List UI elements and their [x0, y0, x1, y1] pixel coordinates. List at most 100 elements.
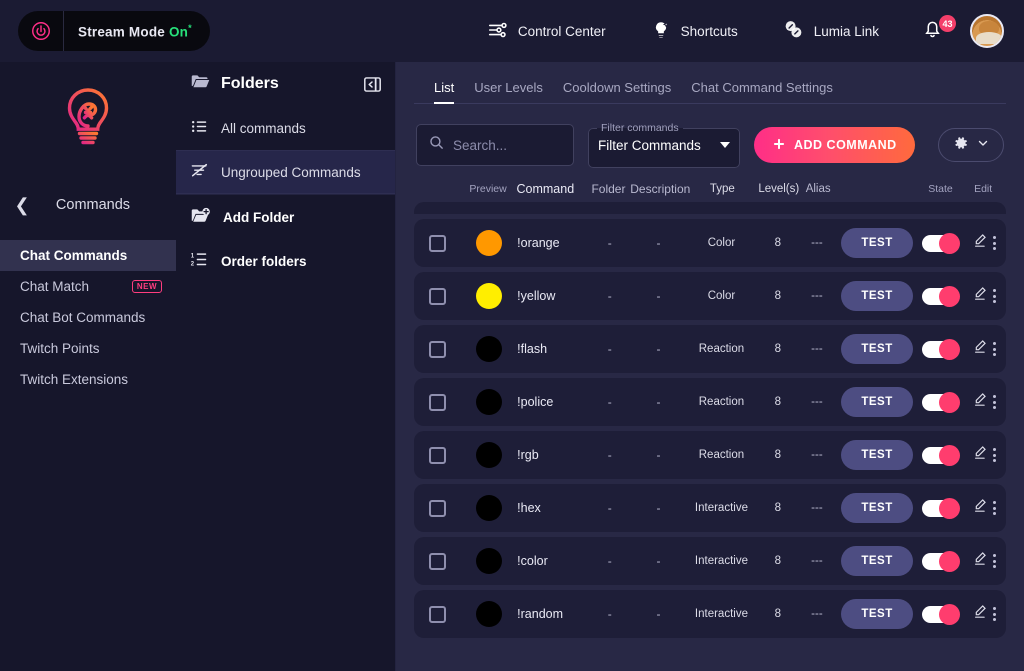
- row-checkbox[interactable]: [429, 447, 446, 464]
- sidebar-item-chat-match[interactable]: Chat Match NEW: [0, 271, 176, 302]
- tab-cooldown-settings[interactable]: Cooldown Settings: [563, 80, 671, 103]
- notifications-button[interactable]: 43: [901, 17, 964, 45]
- row-state-cell: [918, 447, 962, 464]
- row-more-menu-icon[interactable]: [993, 554, 996, 568]
- sidebar-item-twitch-extensions[interactable]: Twitch Extensions: [0, 364, 176, 395]
- pencil-icon[interactable]: [971, 497, 988, 519]
- filter-commands-select[interactable]: Filter commands Filter Commands: [588, 122, 740, 168]
- test-button[interactable]: TEST: [841, 228, 913, 258]
- row-description: -: [632, 448, 685, 462]
- body: ❮ Commands Chat Commands Chat Match NEW …: [0, 62, 1024, 671]
- state-toggle[interactable]: [922, 553, 958, 570]
- row-description: -: [632, 395, 685, 409]
- search-field[interactable]: [453, 138, 562, 153]
- avatar[interactable]: [970, 14, 1004, 48]
- command-list[interactable]: !orange - - Color 8 --- TEST !yellow - -…: [396, 202, 1024, 671]
- folder-item-all-commands[interactable]: All commands: [176, 106, 395, 150]
- color-preview-dot: [476, 495, 502, 521]
- row-command: !rgb: [517, 448, 588, 462]
- pencil-icon[interactable]: [971, 232, 988, 254]
- sidebar-item-chat-commands[interactable]: Chat Commands: [0, 240, 176, 271]
- test-button[interactable]: TEST: [841, 334, 913, 364]
- stream-mode-toggle[interactable]: Stream Mode On*: [18, 11, 210, 51]
- row-checkbox[interactable]: [429, 288, 446, 305]
- state-toggle[interactable]: [922, 288, 958, 305]
- pencil-icon[interactable]: [971, 444, 988, 466]
- test-button[interactable]: TEST: [841, 493, 913, 523]
- row-edit-cell: [962, 550, 1004, 572]
- row-more-menu-icon[interactable]: [993, 501, 996, 515]
- row-edit-cell: [962, 391, 1004, 413]
- row-more-menu-icon[interactable]: [993, 342, 996, 356]
- pencil-icon[interactable]: [971, 603, 988, 625]
- row-more-menu-icon[interactable]: [993, 289, 996, 303]
- test-button[interactable]: TEST: [841, 440, 913, 470]
- table-row[interactable]: !orange - - Color 8 --- TEST: [414, 219, 1006, 267]
- table-row[interactable]: !random - - Interactive 8 --- TEST: [414, 590, 1006, 638]
- sidebar-item-chat-bot-commands[interactable]: Chat Bot Commands: [0, 302, 176, 333]
- pencil-icon[interactable]: [971, 550, 988, 572]
- test-button[interactable]: TEST: [841, 546, 913, 576]
- table-row[interactable]: !flash - - Reaction 8 --- TEST: [414, 325, 1006, 373]
- row-preview-cell: [460, 442, 517, 468]
- row-type: Interactive: [685, 608, 758, 620]
- row-checkbox[interactable]: [429, 235, 446, 252]
- nav-shortcuts[interactable]: Shortcuts: [628, 11, 760, 51]
- table-row[interactable]: !rgb - - Reaction 8 --- TEST: [414, 431, 1006, 479]
- row-checkbox[interactable]: [429, 500, 446, 517]
- table-row[interactable]: !yellow - - Color 8 --- TEST: [414, 272, 1006, 320]
- state-toggle[interactable]: [922, 394, 958, 411]
- nav-control-center[interactable]: Control Center: [465, 11, 628, 51]
- row-test-cell: TEST: [836, 334, 918, 364]
- state-toggle[interactable]: [922, 341, 958, 358]
- table-row[interactable]: !police - - Reaction 8 --- TEST: [414, 378, 1006, 426]
- test-button[interactable]: TEST: [841, 387, 913, 417]
- row-more-menu-icon[interactable]: [993, 236, 996, 250]
- test-button[interactable]: TEST: [841, 281, 913, 311]
- pencil-icon[interactable]: [971, 338, 988, 360]
- pencil-icon[interactable]: [971, 285, 988, 307]
- pencil-icon[interactable]: [971, 391, 988, 413]
- color-preview-dot: [476, 230, 502, 256]
- row-more-menu-icon[interactable]: [993, 395, 996, 409]
- test-button[interactable]: TEST: [841, 599, 913, 629]
- table-row[interactable]: !hex - - Interactive 8 --- TEST: [414, 484, 1006, 532]
- lumia-bulb-logo[interactable]: [0, 84, 176, 154]
- row-checkbox[interactable]: [429, 394, 446, 411]
- row-checkbox[interactable]: [429, 341, 446, 358]
- breadcrumb[interactable]: ❮ Commands: [0, 180, 176, 230]
- tab-chat-command-settings[interactable]: Chat Command Settings: [691, 80, 833, 103]
- collapse-panel-icon[interactable]: [362, 74, 383, 95]
- state-toggle[interactable]: [922, 606, 958, 623]
- color-preview-dot: [476, 389, 502, 415]
- power-icon[interactable]: [18, 11, 64, 51]
- chevron-left-icon[interactable]: ❮: [8, 195, 36, 216]
- folder-item-add-folder[interactable]: Add Folder: [176, 195, 395, 239]
- settings-menu-button[interactable]: [938, 128, 1004, 162]
- tab-list[interactable]: List: [434, 80, 454, 103]
- color-preview-dot: [476, 336, 502, 362]
- state-toggle[interactable]: [922, 447, 958, 464]
- state-toggle[interactable]: [922, 500, 958, 517]
- add-command-button[interactable]: ADD COMMAND: [754, 127, 915, 163]
- row-type: Color: [685, 237, 758, 249]
- row-checkbox[interactable]: [429, 553, 446, 570]
- breadcrumb-title: Commands: [36, 197, 176, 213]
- row-type: Interactive: [685, 555, 758, 567]
- search-input[interactable]: [416, 124, 574, 166]
- folder-item-order-folders[interactable]: 1 2 Order folders: [176, 239, 395, 283]
- filter-inner[interactable]: Filter Commands: [588, 122, 740, 168]
- folder-item-ungrouped-commands[interactable]: Ungrouped Commands: [176, 150, 395, 194]
- folder-add-icon: [190, 205, 211, 229]
- row-test-cell: TEST: [836, 387, 918, 417]
- row-more-menu-icon[interactable]: [993, 448, 996, 462]
- row-checkbox[interactable]: [429, 606, 446, 623]
- tab-user-levels[interactable]: User Levels: [474, 80, 543, 103]
- sidebar-item-twitch-points[interactable]: Twitch Points: [0, 333, 176, 364]
- table-row[interactable]: !color - - Interactive 8 --- TEST: [414, 537, 1006, 585]
- row-more-menu-icon[interactable]: [993, 607, 996, 621]
- state-toggle[interactable]: [922, 235, 958, 252]
- header-folder: Folder: [587, 182, 631, 196]
- table-row-partial: [414, 202, 1006, 214]
- nav-lumia-link[interactable]: Lumia Link: [760, 11, 901, 51]
